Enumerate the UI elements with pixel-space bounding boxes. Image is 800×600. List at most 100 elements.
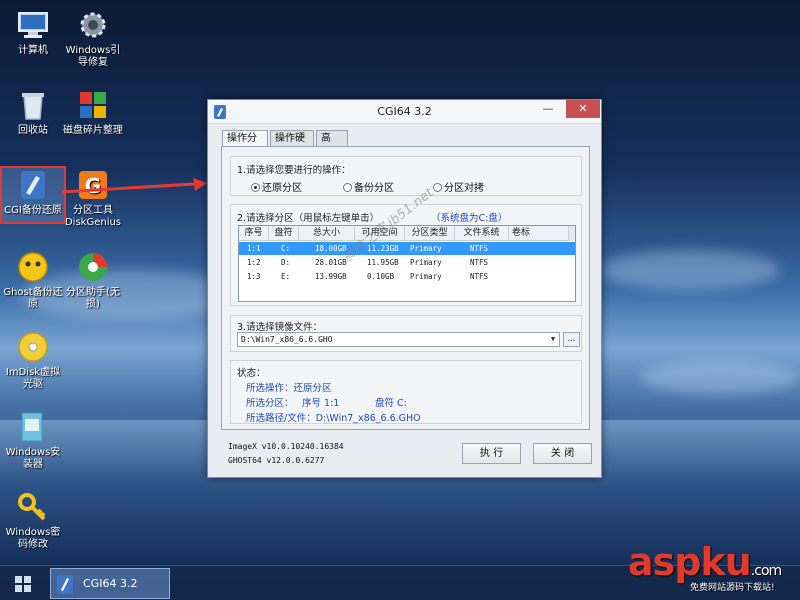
cloud	[640, 360, 800, 395]
cloud	[600, 250, 780, 290]
cell-fs: NTFS	[470, 244, 489, 253]
cell-index: 1:2	[247, 258, 261, 267]
radio-label: 备份分区	[354, 183, 394, 194]
tab-advanced[interactable]: 高 级	[316, 130, 348, 159]
operation-group-label: 1.请选择您要进行的操作：	[237, 165, 351, 176]
status-label: 状态：	[237, 368, 266, 379]
desktop-icon-imdisk[interactable]: ImDisk虚拟光驱	[2, 330, 64, 391]
status-partition-drive: 盘符 C:	[375, 398, 407, 409]
desktop-icon-label: 计算机	[18, 45, 48, 56]
radio-dot	[433, 183, 442, 192]
column-header[interactable]: 文件系统	[455, 226, 509, 241]
header-scroll-stub	[569, 226, 575, 241]
column-header[interactable]: 分区类型	[405, 226, 455, 241]
minimize-button[interactable]: —	[534, 100, 562, 118]
close-button[interactable]: 关 闭	[533, 443, 592, 464]
cell-drive: D:	[281, 258, 291, 267]
chevron-down-icon[interactable]: ▼	[547, 333, 559, 346]
desktop-icon-partition-assistant[interactable]: 分区助手(无损)	[62, 250, 124, 311]
desktop-icon-label: 分区工具DiskGenius	[64, 205, 122, 228]
windows-installer-icon	[21, 412, 43, 442]
window-titlebar[interactable]: CGI64 3.2 — ✕	[208, 100, 601, 124]
execute-button[interactable]: 执 行	[462, 443, 521, 464]
radio-label: 分区对拷	[444, 183, 484, 194]
desktop-icon-password-change[interactable]: Windows密码修改	[2, 490, 64, 551]
cell-drive: E:	[281, 272, 291, 281]
taskbar-item-label: CGI64 3.2	[83, 577, 138, 590]
status-partition-index: 序号 1:1	[302, 398, 340, 409]
table-header: 序号 盘符 总大小 可用空间 分区类型 文件系统 卷标	[239, 226, 575, 241]
table-row[interactable]: 1:2 D: 28.01GB 11.95GB Primary NTFS	[239, 256, 575, 269]
status-path: 所选路径/文件：D:\Win7_x86_6.6.GHO	[246, 413, 421, 424]
taskbar-item-cgi[interactable]: CGI64 3.2	[50, 568, 170, 599]
browse-button[interactable]: ...	[563, 332, 580, 347]
desktop-icon-windows-boot-repair[interactable]: Windows引导修复	[62, 8, 124, 69]
imdisk-icon	[18, 332, 48, 362]
desktop-icon-ghost[interactable]: Ghost备份还原	[2, 250, 64, 311]
defrag-icon	[80, 92, 106, 118]
cell-index: 1:3	[247, 272, 261, 281]
operation-group: 1.请选择您要进行的操作： 还原分区 备份分区 分区对拷	[230, 156, 582, 196]
brand-name: aspku	[628, 540, 752, 584]
radio-label: 还原分区	[262, 183, 302, 194]
image-file-group: 3.请选择镜像文件： D:\Win7_x86_6.6.GHO ▼ ...	[230, 315, 582, 352]
computer-icon	[18, 12, 48, 38]
tab-operate-disk[interactable]: 操作硬盘	[270, 130, 314, 159]
desktop-icon-label: 回收站	[18, 125, 48, 136]
cell-total: 28.01GB	[315, 258, 347, 267]
brand-tagline: 免费网站源码下载站!	[690, 583, 775, 593]
desktop-icon-label: Ghost备份还原	[3, 287, 63, 310]
column-header[interactable]: 卷标	[509, 226, 569, 241]
cell-free: 11.95GB	[367, 258, 399, 267]
ghost-icon	[18, 252, 48, 282]
radio-backup-partition[interactable]: 备份分区	[343, 179, 394, 194]
desktop-icon-label: Windows安装器	[5, 447, 61, 470]
radio-clone-partition[interactable]: 分区对拷	[433, 179, 484, 194]
status-operation: 所选操作：还原分区	[246, 383, 332, 394]
desktop-icon-cgi-backup[interactable]: CGI备份还原	[0, 166, 66, 224]
cell-type: Primary	[410, 244, 442, 253]
cell-type: Primary	[410, 258, 442, 267]
column-header[interactable]: 序号	[239, 226, 269, 241]
system-disk-note: （系统盘为C:盘）	[431, 213, 508, 224]
tab-panel: 1.请选择您要进行的操作： 还原分区 备份分区 分区对拷 2.请选择分区（用鼠标…	[221, 146, 590, 430]
desktop-icon-recycle-bin[interactable]: 回收站	[2, 88, 64, 137]
image-file-combobox[interactable]: D:\Win7_x86_6.6.GHO ▼	[237, 332, 560, 347]
gear-icon	[80, 12, 106, 38]
cell-drive: C:	[281, 244, 291, 253]
tab-operate-partition[interactable]: 操作分区	[222, 130, 268, 159]
desktop-icon-computer[interactable]: 计算机	[2, 8, 64, 57]
cell-type: Primary	[410, 272, 442, 281]
recycle-bin-icon	[22, 93, 44, 120]
cell-fs: NTFS	[470, 258, 489, 267]
cgi-icon	[21, 171, 45, 199]
cgi-app-icon	[57, 575, 73, 594]
radio-restore-partition[interactable]: 还原分区	[251, 179, 302, 194]
partition-group-label: 2.请选择分区（用鼠标左键单击）	[237, 213, 380, 224]
partition-table: 序号 盘符 总大小 可用空间 分区类型 文件系统 卷标 1:1 C: 18.00…	[238, 225, 576, 302]
cell-free: 0.10GB	[367, 272, 395, 281]
desktop-icon-label: Windows引导修复	[65, 45, 121, 68]
column-header[interactable]: 盘符	[269, 226, 299, 241]
imagex-version: ImageX v10.0.10240.16384	[228, 442, 344, 451]
cell-total: 13.99GB	[315, 272, 347, 281]
table-row[interactable]: 1:3 E: 13.99GB 0.10GB Primary NTFS	[239, 270, 575, 283]
table-row[interactable]: 1:1 C: 18.00GB 11.23GB Primary NTFS	[239, 242, 575, 255]
status-group: 状态： 所选操作：还原分区 所选分区： 序号 1:1 盘符 C: 所选路径/文件…	[230, 360, 582, 424]
desktop-icon-defrag[interactable]: 磁盘碎片整理	[62, 88, 124, 137]
windows-start-icon[interactable]	[4, 570, 42, 598]
cell-index: 1:1	[247, 244, 261, 253]
desktop-icon-label: 磁盘碎片整理	[63, 125, 123, 136]
aspku-logo: aspku.com	[628, 540, 782, 584]
desktop-icon-label: Windows密码修改	[5, 527, 61, 550]
desktop-icon-label: 分区助手(无损)	[66, 287, 120, 310]
desktop-icon-label: ImDisk虚拟光驱	[5, 367, 61, 390]
partition-assistant-icon	[79, 253, 107, 281]
desktop-icon-label: CGI备份还原	[4, 205, 62, 216]
close-window-button[interactable]: ✕	[566, 100, 600, 118]
red-arrow-icon	[62, 178, 207, 194]
column-header[interactable]: 总大小	[299, 226, 355, 241]
ghost-version: GHOST64 v12.0.0.6277	[228, 456, 325, 465]
key-icon	[18, 493, 46, 521]
desktop-icon-windows-installer[interactable]: Windows安装器	[2, 410, 64, 471]
